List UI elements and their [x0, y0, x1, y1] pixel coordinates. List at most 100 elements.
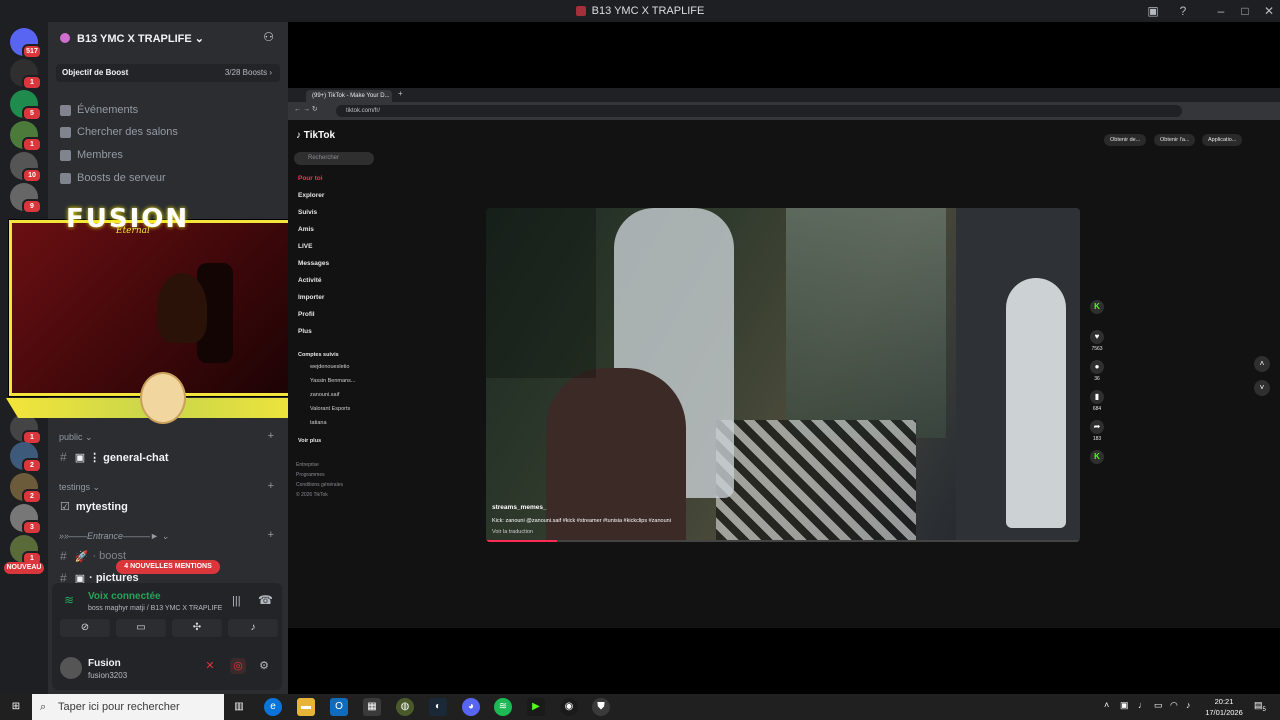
add-channel-icon[interactable]: + — [268, 529, 274, 541]
tiktok-search[interactable]: Rechercher — [294, 152, 374, 165]
nav-server-boosts[interactable]: Boosts de serveur — [60, 169, 166, 187]
discord-icon[interactable]: ◕ — [462, 698, 480, 716]
steam-icon[interactable]: ◐ — [429, 698, 447, 716]
shield-icon[interactable]: ⛊ — [592, 698, 610, 716]
get-app-button[interactable]: Obtenir l'a... — [1154, 134, 1196, 146]
server-name[interactable]: B13 YMC X TRAPLIFE ⌄ — [77, 32, 204, 45]
file-explorer-icon[interactable]: ▬ — [297, 698, 315, 716]
outlook-icon[interactable]: O — [330, 698, 348, 716]
nav-members[interactable]: Membres — [60, 146, 123, 164]
add-channel-icon[interactable]: + — [268, 480, 274, 492]
following-item[interactable]: Yassin Benmans... — [310, 378, 355, 384]
taskbar-search[interactable]: ⌕ Taper ici pour rechercher — [32, 694, 224, 720]
following-item[interactable]: Valorant Esports — [310, 406, 350, 412]
category-entrance[interactable]: »»——Entrance———► ⌄ — [59, 531, 169, 542]
nav-events[interactable]: Événements — [60, 101, 138, 119]
new-mentions-pill[interactable]: 4 NOUVELLES MENTIONS — [116, 560, 220, 574]
channel-general-chat[interactable]: # ▣ ⋮ general-chat — [60, 450, 169, 464]
guild-icon[interactable]: 1 — [10, 121, 42, 152]
server-header[interactable]: B13 YMC X TRAPLIFE ⌄ ⚇ — [48, 22, 288, 54]
windows-start-icon[interactable]: ⊞ — [7, 698, 25, 716]
deafen-icon[interactable]: ◎ — [230, 658, 246, 674]
clock[interactable]: 20:21 17/01/2026 — [1204, 696, 1244, 718]
new-badge[interactable]: NOUVEAU — [4, 562, 44, 574]
microphone-icon[interactable]: ♩ — [1138, 700, 1147, 710]
comment-button[interactable]: ● 36 — [1088, 360, 1106, 382]
invite-icon[interactable]: ⚇ — [263, 30, 274, 44]
channel-boost[interactable]: # 🚀 · boost — [60, 549, 126, 563]
nav-friends[interactable]: Amis — [298, 226, 314, 233]
nav-more[interactable]: Plus — [298, 328, 312, 335]
camera-off-button[interactable]: ⊘ — [60, 619, 110, 637]
nav-profile[interactable]: Profil — [298, 311, 315, 318]
add-channel-icon[interactable]: + — [268, 430, 274, 442]
volume-icon[interactable]: ♪ — [1186, 700, 1191, 710]
help-icon[interactable]: ? — [1172, 0, 1194, 22]
guild-icon[interactable]: 2 — [10, 442, 42, 473]
wifi-icon[interactable]: ◠ — [1170, 700, 1178, 711]
xbox-icon[interactable]: ◍ — [396, 698, 414, 716]
nav-following[interactable]: Suivis — [298, 209, 317, 216]
following-item[interactable]: zanouni.saif — [310, 392, 339, 398]
nav-explore[interactable]: Explorer — [298, 192, 324, 199]
maximize-button[interactable]: □ — [1234, 0, 1256, 22]
obs-icon[interactable]: ◉ — [560, 698, 578, 716]
nav-activity[interactable]: Activité — [298, 277, 321, 284]
browser-tab[interactable]: (99+) TikTok - Make Your D... — [306, 90, 392, 102]
guild-icon[interactable]: 5 — [10, 90, 42, 121]
url-field[interactable]: tiktok.com/fr/ — [336, 105, 1182, 117]
share-button[interactable]: ➦ 183 — [1088, 420, 1106, 442]
nav-messages[interactable]: Messages — [298, 260, 329, 267]
notifications-icon[interactable]: ▤5 — [1254, 700, 1266, 713]
like-button[interactable]: ♥ 7563 — [1088, 330, 1106, 352]
footer-link[interactable]: Programmes — [296, 472, 325, 478]
disconnect-icon[interactable]: ☎ — [258, 593, 273, 607]
chevron-up-icon[interactable]: ˄ — [1104, 700, 1109, 710]
noise-suppression-icon[interactable]: ||| — [232, 595, 241, 607]
following-item[interactable]: wejdenouesletio — [310, 364, 349, 370]
tray-app-icon[interactable]: ▣ — [1120, 700, 1129, 711]
footer-link[interactable]: Conditions générales — [296, 482, 343, 488]
activities-button[interactable]: ✣ — [172, 619, 222, 637]
signal-icon[interactable]: ≋ — [64, 593, 74, 607]
video-author[interactable]: streams_memes_ — [492, 504, 547, 511]
category-testings[interactable]: testings ⌄ — [59, 482, 100, 493]
scroll-up-icon[interactable]: ˄ — [1254, 356, 1270, 372]
guild-icon[interactable]: 1 — [10, 535, 42, 566]
spotify-icon[interactable]: ≋ — [494, 698, 512, 716]
username[interactable]: Fusion — [88, 658, 121, 669]
guild-icon[interactable]: 3 — [10, 504, 42, 535]
kick-app-icon[interactable]: ▶ — [527, 698, 545, 716]
soundboard-button[interactable]: ♪ — [228, 619, 278, 637]
nav-browse-channels[interactable]: Chercher des salons — [60, 123, 178, 141]
see-more-link[interactable]: Voir plus — [298, 438, 321, 444]
back-icon[interactable]: ← → ↻ — [294, 105, 318, 113]
new-tab-icon[interactable]: + — [398, 89, 403, 98]
nav-for-you[interactable]: Pour toi — [298, 175, 323, 182]
get-coins-button[interactable]: Obtenir de... — [1104, 134, 1147, 146]
gear-icon[interactable]: ⚙ — [256, 658, 272, 674]
battery-icon[interactable]: ▭ — [1154, 700, 1163, 711]
mic-muted-icon[interactable]: ✕ — [202, 658, 218, 674]
nav-upload[interactable]: Importer — [298, 294, 324, 301]
nav-live[interactable]: LIVE — [298, 243, 312, 250]
following-item[interactable]: tatiana — [310, 420, 327, 426]
category-public[interactable]: public ⌄ — [59, 432, 93, 443]
video-player[interactable]: streams_memes_ Kick: zanouni @zanouni.sa… — [486, 208, 1080, 542]
close-button[interactable]: ✕ — [1258, 0, 1280, 22]
minimize-button[interactable]: – — [1210, 0, 1232, 22]
voice-status[interactable]: Voix connectée — [88, 591, 161, 602]
video-progress[interactable] — [486, 540, 1080, 542]
screen-share-button[interactable]: ▭ — [116, 619, 166, 637]
sound-button[interactable]: K — [1088, 450, 1106, 466]
save-button[interactable]: ▮ 684 — [1088, 390, 1106, 412]
channel-mytesting[interactable]: ☑ mytesting — [60, 500, 128, 514]
creator-avatar[interactable]: K — [1088, 300, 1106, 316]
boost-goal-bar[interactable]: Objectif de Boost 3/28 Boosts › — [56, 64, 280, 82]
inbox-icon[interactable]: ▣ — [1142, 0, 1164, 22]
store-icon[interactable]: ▦ — [363, 698, 381, 716]
translate-link[interactable]: Voir la traduction — [492, 529, 533, 535]
footer-link[interactable]: Entreprise — [296, 462, 319, 468]
avatar[interactable] — [60, 657, 82, 679]
guild-icon[interactable]: 2 — [10, 473, 42, 504]
